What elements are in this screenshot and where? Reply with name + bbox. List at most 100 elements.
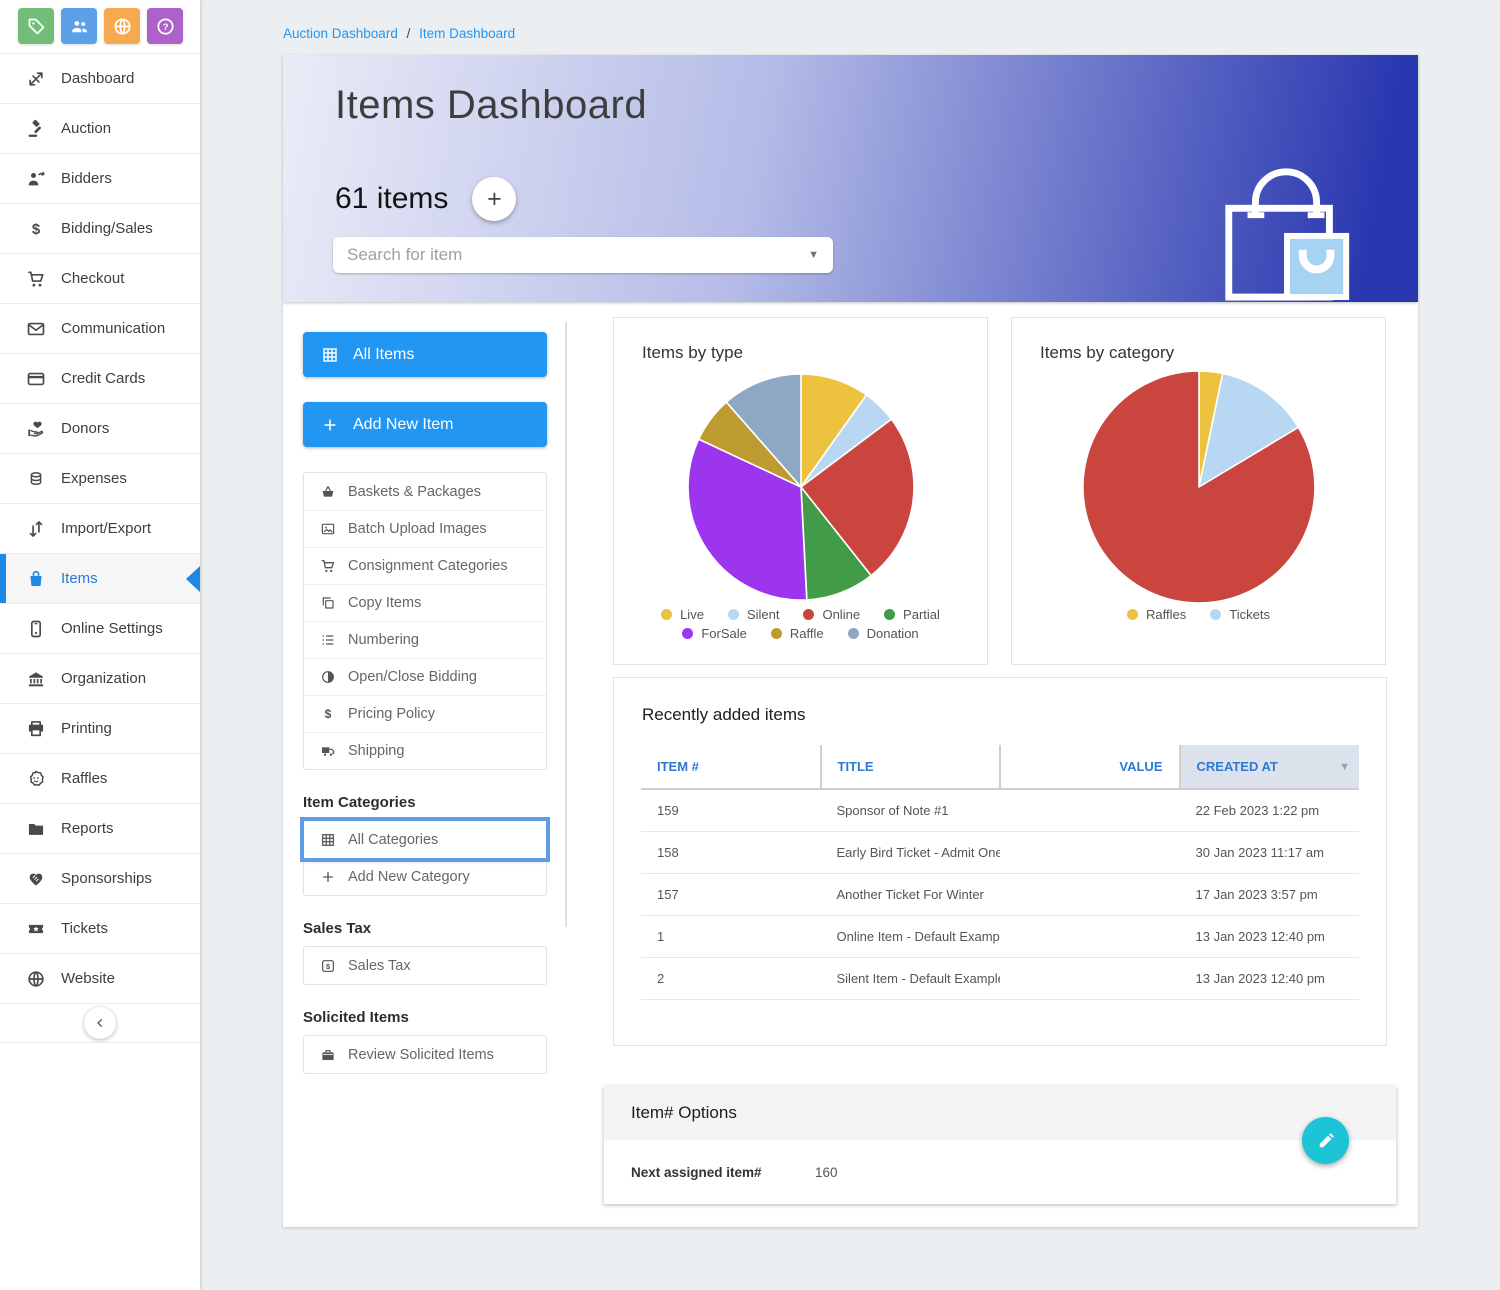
sidebar-item-label: Printing: [61, 720, 112, 737]
cell-created-at: 13 Jan 2023 12:40 pm: [1180, 958, 1360, 1000]
tool-item-numbering[interactable]: Numbering: [304, 621, 546, 658]
table-row[interactable]: 2Silent Item - Default Example13 Jan 202…: [641, 958, 1359, 1000]
sidebar-item-raffles[interactable]: Raffles: [0, 753, 200, 803]
sidebar-collapse-button[interactable]: [84, 1007, 116, 1039]
sidebar-item-bidders[interactable]: Bidders: [0, 153, 200, 203]
legend-entry-partial[interactable]: Partial: [884, 607, 940, 622]
section-heading: Solicited Items: [303, 1009, 567, 1026]
table-row[interactable]: 157Another Ticket For Winter17 Jan 2023 …: [641, 874, 1359, 916]
sidebar-item-website[interactable]: Website: [0, 953, 200, 1003]
sidebar-item-sponsorships[interactable]: Sponsorships: [0, 853, 200, 903]
column-header-item[interactable]: ITEM #: [641, 745, 821, 789]
sidebar-item-label: Checkout: [61, 270, 124, 287]
tool-item-batch-upload-images[interactable]: Batch Upload Images: [304, 510, 546, 547]
cell-title: Online Item - Default Example: [821, 916, 1001, 958]
person-arrow-icon: [26, 169, 46, 189]
legend-entry-live[interactable]: Live: [661, 607, 704, 622]
sidebar-item-label: Website: [61, 970, 115, 987]
sidebar-item-donors[interactable]: Donors: [0, 403, 200, 453]
sidebar-item-dashboard[interactable]: Dashboard: [0, 53, 200, 103]
main-area: Auction Dashboard / Item Dashboard Items…: [200, 0, 1500, 1290]
table-row[interactable]: 159Sponsor of Note #122 Feb 2023 1:22 pm: [641, 789, 1359, 832]
sidebar-item-credit-cards[interactable]: Credit Cards: [0, 353, 200, 403]
folder-icon: [26, 819, 46, 839]
legend-entry-forsale[interactable]: ForSale: [682, 626, 747, 641]
legend-entry-tickets[interactable]: Tickets: [1210, 607, 1270, 622]
legend-entry-donation[interactable]: Donation: [848, 626, 919, 641]
search-dropdown-caret[interactable]: ▼: [808, 249, 819, 261]
items-by-type-legend: Live Silent Online Partial ForSale Raffl…: [614, 607, 987, 641]
tools-list: Baskets & Packages Batch Upload Images C…: [303, 472, 547, 770]
plus-icon: [321, 416, 339, 434]
users-icon: [69, 16, 90, 37]
legend-entry-raffle[interactable]: Raffle: [771, 626, 824, 641]
add-item-button[interactable]: +: [472, 177, 516, 221]
plus-icon: [320, 869, 336, 885]
column-header-value[interactable]: VALUE: [1000, 745, 1180, 789]
tool-item-review-solicited-items[interactable]: Review Solicited Items: [304, 1036, 546, 1073]
table-row[interactable]: 1Online Item - Default Example13 Jan 202…: [641, 916, 1359, 958]
legend-entry-online[interactable]: Online: [803, 607, 860, 622]
topbar-globe-button[interactable]: [104, 8, 140, 44]
sidebar-item-label: Online Settings: [61, 620, 163, 637]
cell-created-at: 30 Jan 2023 11:17 am: [1180, 832, 1360, 874]
sidebar-item-organization[interactable]: Organization: [0, 653, 200, 703]
breadcrumb-item-dashboard[interactable]: Item Dashboard: [419, 26, 515, 41]
cell-created-at: 22 Feb 2023 1:22 pm: [1180, 789, 1360, 832]
sidebar-item-items[interactable]: Items: [0, 553, 200, 603]
all-items-button[interactable]: All Items: [303, 332, 547, 377]
sidebar-item-printing[interactable]: Printing: [0, 703, 200, 753]
tool-item-open-close-bidding[interactable]: Open/Close Bidding: [304, 658, 546, 695]
breadcrumb-auction-dashboard[interactable]: Auction Dashboard: [283, 26, 398, 41]
section-heading: Item Categories: [303, 794, 567, 811]
tool-item-shipping[interactable]: Shipping: [304, 732, 546, 769]
sidebar-item-online-settings[interactable]: Online Settings: [0, 603, 200, 653]
topbar-users-button[interactable]: [61, 8, 97, 44]
sidebar-item-auction[interactable]: Auction: [0, 103, 200, 153]
edit-item-options-button[interactable]: [1302, 1117, 1349, 1164]
gavel-icon: [26, 119, 46, 139]
tool-item-copy-items[interactable]: Copy Items: [304, 584, 546, 621]
legend-entry-silent[interactable]: Silent: [728, 607, 780, 622]
items-count: 61 items: [335, 182, 448, 216]
add-new-item-button[interactable]: Add New Item: [303, 402, 547, 447]
copy-icon: [320, 595, 336, 611]
tool-item-label: Open/Close Bidding: [348, 669, 477, 685]
column-header-created-at[interactable]: CREATED AT ▼: [1180, 745, 1360, 789]
sidebar-item-checkout[interactable]: Checkout: [0, 253, 200, 303]
legend-label: Tickets: [1229, 607, 1270, 622]
items-by-type-pie[interactable]: [676, 367, 926, 603]
cell-title: Early Bird Ticket - Admit One: [821, 832, 1001, 874]
tool-item-consignment-categories[interactable]: Consignment Categories: [304, 547, 546, 584]
tool-item-baskets-packages[interactable]: Baskets & Packages: [304, 473, 546, 510]
svg-text:$: $: [32, 221, 41, 238]
sidebar-item-expenses[interactable]: Expenses: [0, 453, 200, 503]
table-row[interactable]: 158Early Bird Ticket - Admit One30 Jan 2…: [641, 832, 1359, 874]
cell-title: Sponsor of Note #1: [821, 789, 1001, 832]
topbar-tag-button[interactable]: [18, 8, 54, 44]
tool-item-label: Numbering: [348, 632, 419, 648]
tool-item-sales-tax[interactable]: $ Sales Tax: [304, 947, 546, 984]
dashboard-widgets: Items by type Live Silent Online Partial…: [567, 302, 1418, 1227]
legend-entry-raffles[interactable]: Raffles: [1127, 607, 1186, 622]
sidebar-item-communication[interactable]: Communication: [0, 303, 200, 353]
legend-dot-icon: [728, 609, 739, 620]
search-input[interactable]: [347, 245, 808, 265]
sponsor-heart-icon: [26, 869, 46, 889]
sidebar-item-reports[interactable]: Reports: [0, 803, 200, 853]
chart-title: Items by category: [1040, 343, 1385, 363]
column-header-title[interactable]: TITLE: [821, 745, 1001, 789]
button-label: Add New Item: [353, 416, 453, 434]
items-by-category-pie[interactable]: [1074, 367, 1324, 603]
sidebar-item-bidding-sales[interactable]: $ Bidding/Sales: [0, 203, 200, 253]
sidebar-item-import-export[interactable]: Import/Export: [0, 503, 200, 553]
tool-item-add-new-category[interactable]: Add New Category: [304, 858, 546, 895]
tool-item-pricing-policy[interactable]: $ Pricing Policy: [304, 695, 546, 732]
sidebar-item-tickets[interactable]: Tickets: [0, 903, 200, 953]
item-options-card: Item# Options Next assigned item# 160: [604, 1086, 1396, 1204]
bank-icon: [26, 669, 46, 689]
cart-icon: [320, 558, 336, 574]
tool-item-all-categories[interactable]: All Categories: [304, 821, 546, 858]
svg-text:$: $: [326, 961, 331, 970]
topbar-help-button[interactable]: ?: [147, 8, 183, 44]
